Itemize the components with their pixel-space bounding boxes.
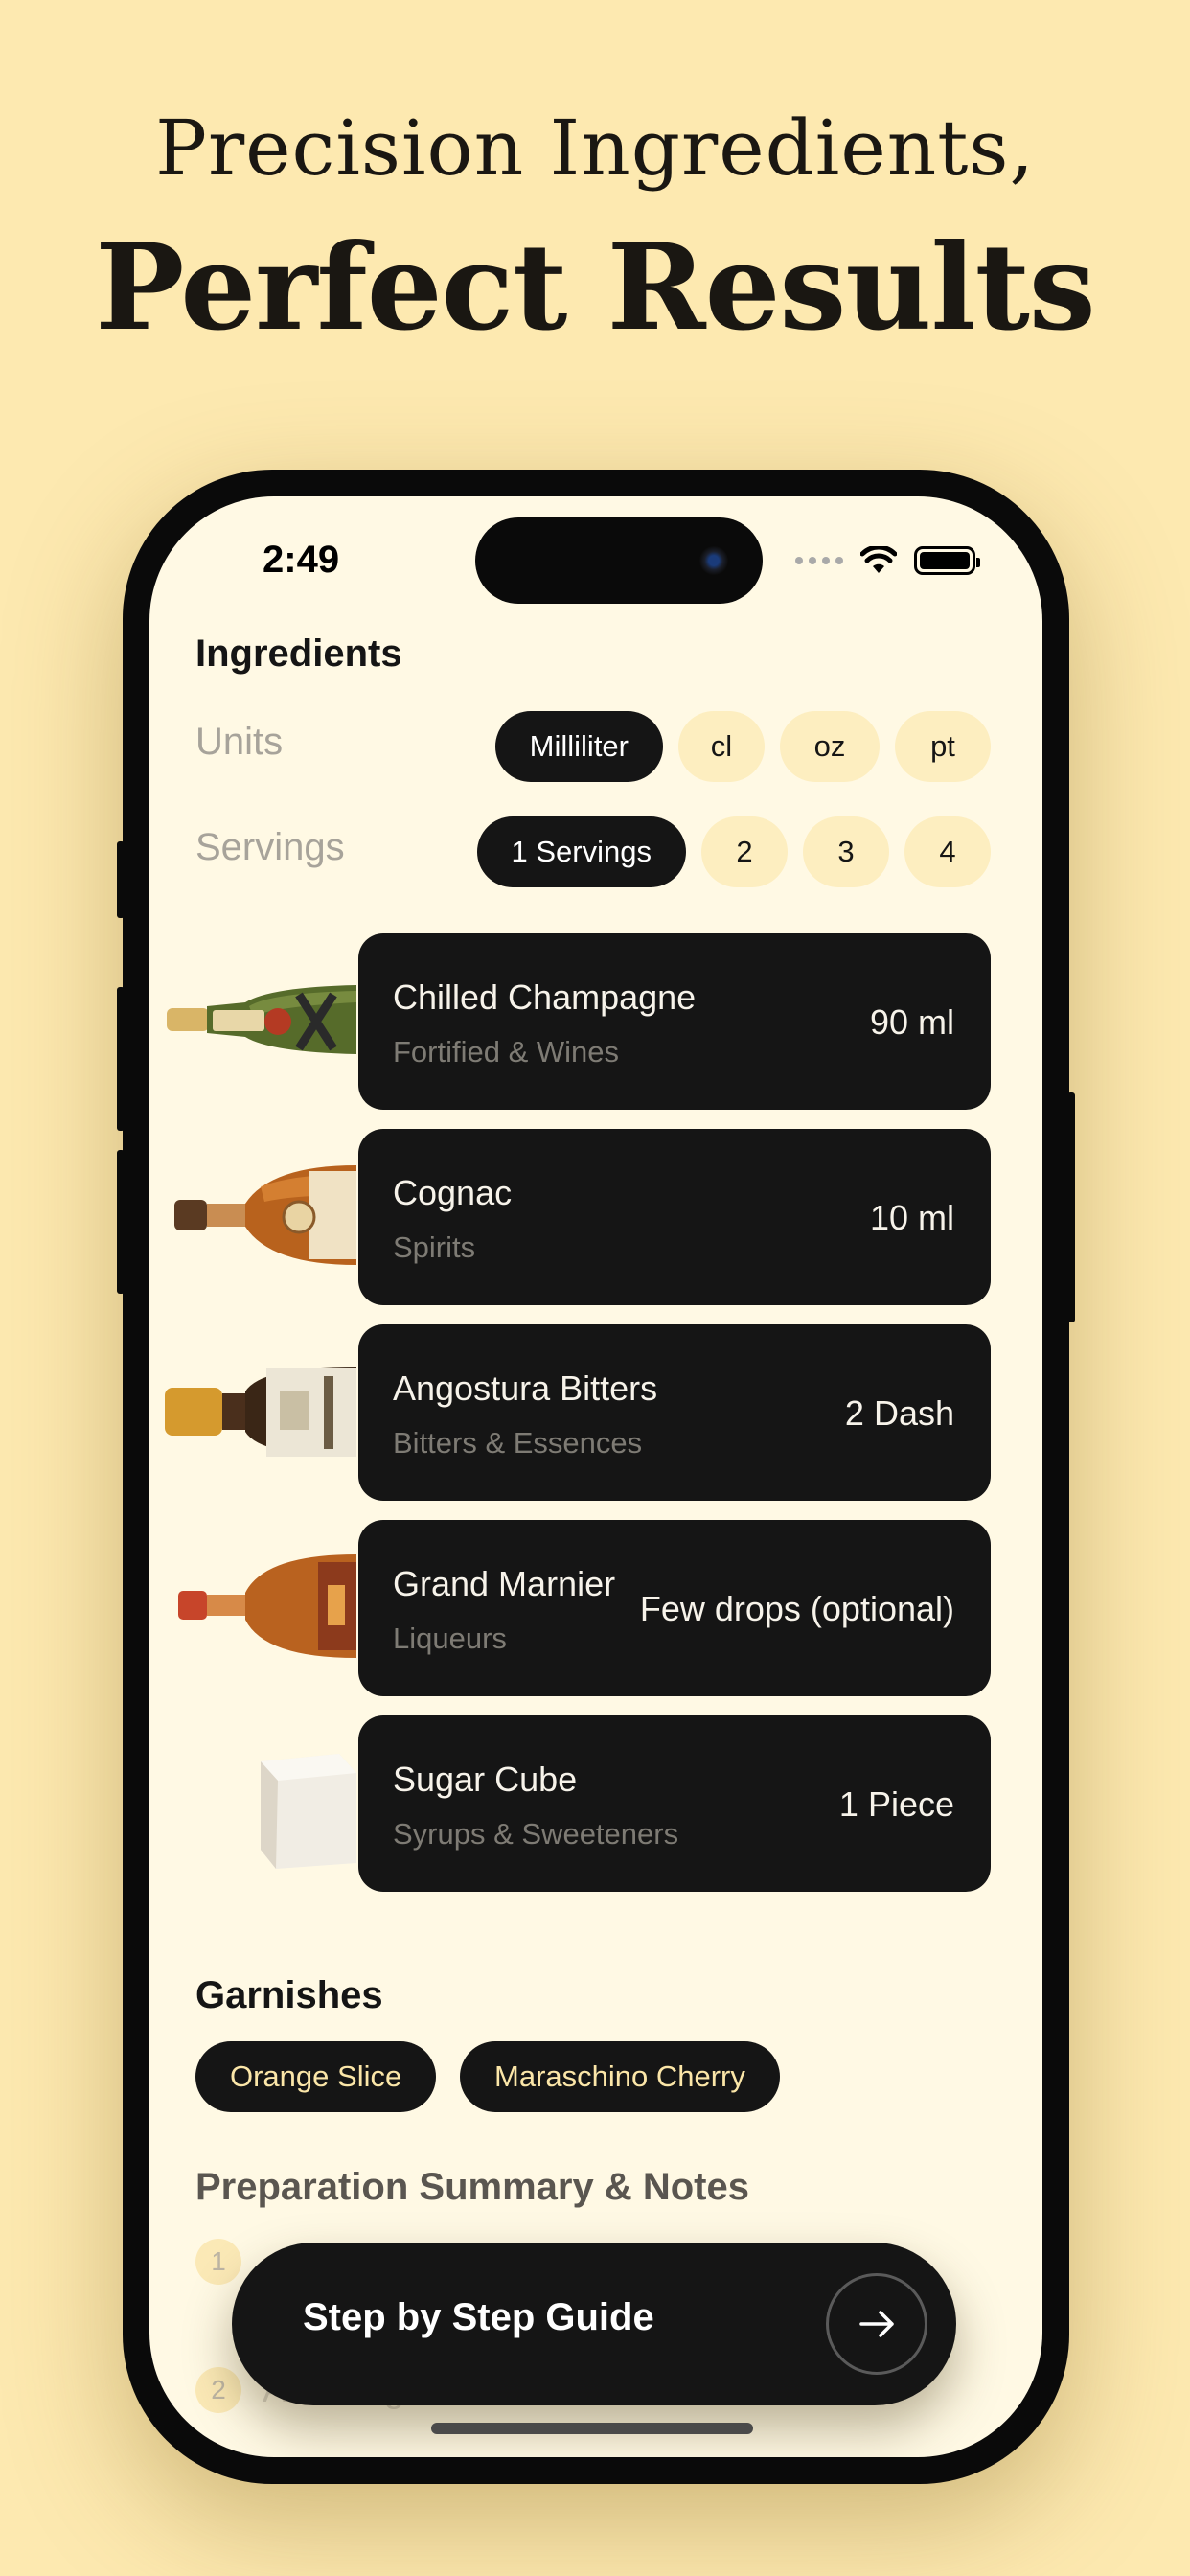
ingredient-amount: 10 ml <box>869 1198 954 1237</box>
ingredient-category: Bitters & Essences <box>393 1426 643 1460</box>
app-screen: 2:49 Ingredients Units Milliliter cl oz … <box>149 496 1042 2457</box>
ingredient-name: Sugar Cube <box>393 1760 578 1799</box>
servings-option-1[interactable]: 1 Servings <box>476 816 686 887</box>
ingredient-row[interactable]: Grand Marnier Liqueurs Few drops (option… <box>149 1520 1042 1696</box>
ingredient-card: Angostura Bitters Bitters & Essences 2 D… <box>358 1324 991 1501</box>
ingredient-card: Chilled Champagne Fortified & Wines 90 m… <box>358 933 991 1110</box>
unit-option-pt[interactable]: pt <box>895 711 991 782</box>
ingredient-name: Angostura Bitters <box>393 1368 658 1408</box>
ingredient-amount: 2 Dash <box>844 1393 954 1433</box>
battery-icon <box>914 546 980 575</box>
sugar-cube-icon <box>261 1754 356 1869</box>
camera-icon <box>699 546 728 575</box>
signal-icon <box>795 557 843 564</box>
step-number: 1 <box>195 2239 241 2285</box>
servings-selector: 1 Servings 2 3 4 <box>476 816 991 887</box>
headline-line-2: Perfect Results <box>95 218 1095 357</box>
action-button <box>117 841 125 918</box>
unit-option-milliliter[interactable]: Milliliter <box>494 711 663 782</box>
ingredient-row[interactable]: Sugar Cube Syrups & Sweeteners 1 Piece <box>149 1715 1042 1892</box>
ingredient-row[interactable]: Angostura Bitters Bitters & Essences 2 D… <box>149 1324 1042 1501</box>
step-by-step-guide-button[interactable]: Step by Step Guide <box>232 2242 956 2405</box>
units-label: Units <box>195 721 284 763</box>
ingredient-category: Fortified & Wines <box>393 1035 620 1069</box>
ingredient-amount: 1 Piece <box>838 1784 954 1824</box>
ingredients-title: Ingredients <box>195 632 402 675</box>
volume-up-button <box>117 987 125 1131</box>
units-selector: Milliliter cl oz pt <box>494 711 991 782</box>
ingredient-category: Syrups & Sweeteners <box>393 1817 679 1851</box>
ingredient-category: Spirits <box>393 1230 476 1264</box>
step-number: 2 <box>195 2367 241 2413</box>
unit-option-oz[interactable]: oz <box>780 711 880 782</box>
headline-line-1: Precision Ingredients, <box>155 104 1035 193</box>
champagne-bottle-icon <box>167 985 356 1054</box>
cognac-bottle-icon <box>174 1165 356 1265</box>
ingredient-amount: Few drops (optional) <box>639 1589 954 1628</box>
ingredient-card: Cognac Spirits 10 ml <box>358 1129 991 1305</box>
ingredient-amount: 90 ml <box>869 1002 954 1042</box>
garnishes-title: Garnishes <box>195 1974 383 2016</box>
ingredient-name: Cognac <box>393 1173 513 1212</box>
ingredient-category: Liqueurs <box>393 1622 507 1655</box>
guide-button-label: Step by Step Guide <box>303 2296 654 2338</box>
ingredient-row[interactable]: Chilled Champagne Fortified & Wines 90 m… <box>149 933 1042 1110</box>
servings-option-3[interactable]: 3 <box>803 816 889 887</box>
status-icons <box>795 546 980 575</box>
servings-option-2[interactable]: 2 <box>701 816 788 887</box>
status-time: 2:49 <box>263 539 340 581</box>
unit-option-cl[interactable]: cl <box>678 711 765 782</box>
bitters-bottle-icon <box>165 1367 356 1457</box>
servings-option-4[interactable]: 4 <box>904 816 991 887</box>
dynamic-island <box>475 518 763 604</box>
phone-frame: 2:49 Ingredients Units Milliliter cl oz … <box>117 470 1075 2484</box>
ingredient-row[interactable]: Cognac Spirits 10 ml <box>149 1129 1042 1305</box>
wifi-icon <box>860 546 897 573</box>
power-button <box>1067 1092 1075 1322</box>
ingredient-name: Grand Marnier <box>393 1564 616 1603</box>
home-indicator[interactable] <box>431 2423 753 2434</box>
preparation-title: Preparation Summary & Notes <box>195 2166 749 2208</box>
servings-label: Servings <box>195 826 345 868</box>
garnish-chip[interactable]: Maraschino Cherry <box>460 2041 780 2112</box>
ingredient-name: Chilled Champagne <box>393 978 697 1017</box>
liqueur-bottle-icon <box>178 1554 356 1658</box>
garnish-chip[interactable]: Orange Slice <box>195 2041 437 2112</box>
arrow-right-icon[interactable] <box>826 2273 927 2375</box>
ingredient-card: Grand Marnier Liqueurs Few drops (option… <box>358 1520 991 1696</box>
ingredient-card: Sugar Cube Syrups & Sweeteners 1 Piece <box>358 1715 991 1892</box>
volume-down-button <box>117 1150 125 1294</box>
